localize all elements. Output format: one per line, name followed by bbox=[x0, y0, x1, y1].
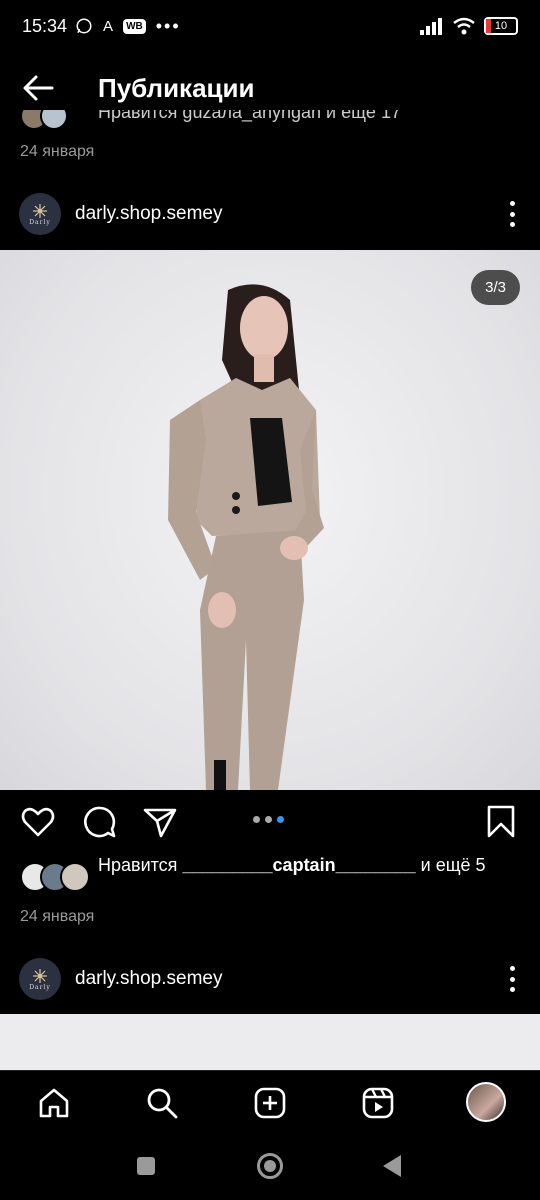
carousel-dots bbox=[253, 816, 284, 823]
heart-icon[interactable] bbox=[20, 804, 56, 840]
avatar[interactable]: Darly bbox=[19, 193, 61, 235]
post-date: 24 января bbox=[20, 908, 95, 925]
more-options-icon[interactable] bbox=[508, 966, 516, 992]
liker-avatars bbox=[20, 862, 90, 892]
home-button[interactable] bbox=[257, 1153, 283, 1179]
liker-avatars bbox=[20, 110, 68, 130]
avatar[interactable]: Darly bbox=[19, 958, 61, 1000]
wb-app-badge: WB bbox=[123, 18, 146, 34]
bookmark-icon[interactable] bbox=[485, 804, 517, 840]
home-icon[interactable] bbox=[36, 1085, 72, 1121]
wifi-icon bbox=[453, 17, 475, 35]
more-options-icon[interactable] bbox=[508, 201, 516, 227]
avatar-brand-text: Darly bbox=[29, 218, 51, 226]
whatsapp-icon bbox=[76, 18, 92, 34]
post-username[interactable]: darly.shop.semey bbox=[75, 203, 223, 225]
status-time: 15:34 bbox=[22, 15, 68, 36]
arrow-left-icon[interactable] bbox=[20, 70, 56, 106]
post-actions-bar bbox=[0, 800, 540, 844]
brand-flower-icon bbox=[33, 203, 47, 218]
post-header: Darly darly.shop.semey bbox=[0, 189, 540, 239]
avatar-brand-text: Darly bbox=[29, 983, 51, 991]
reels-icon[interactable] bbox=[360, 1085, 396, 1121]
recents-button[interactable] bbox=[137, 1157, 155, 1175]
back-button[interactable] bbox=[383, 1155, 401, 1177]
system-navigation-bar bbox=[0, 1134, 540, 1200]
comment-icon[interactable] bbox=[82, 804, 118, 840]
status-bar: 15:34 A WB ••• 10 bbox=[0, 0, 540, 52]
likes-suffix: и ещё 5 bbox=[420, 855, 486, 875]
likes-username[interactable]: _________captain________ bbox=[182, 855, 415, 875]
send-icon[interactable] bbox=[142, 804, 178, 840]
signal-icon bbox=[420, 18, 442, 35]
more-notifications-icon: ••• bbox=[155, 15, 181, 36]
likes-text: Нравится _________captain________ и ещё … bbox=[98, 854, 518, 877]
top-app-bar: Публикации bbox=[0, 60, 540, 116]
carrier-letter: A bbox=[103, 17, 114, 35]
brand-flower-icon bbox=[33, 968, 47, 983]
previous-post-date: 24 января bbox=[20, 143, 95, 160]
post-header: Darly darly.shop.semey bbox=[0, 954, 540, 1004]
post-photo bbox=[168, 284, 324, 790]
post-image[interactable]: 3/3 bbox=[0, 250, 540, 790]
previous-post-likes-text: Нравится guzaлa_anyngan и ещё 17 bbox=[98, 110, 401, 122]
image-counter-badge: 3/3 bbox=[471, 270, 520, 305]
likes-prefix: Нравится bbox=[98, 855, 178, 875]
previous-post-likes-row[interactable]: Нравится guzaлa_anyngan и ещё 17 bbox=[0, 110, 540, 134]
profile-avatar-tab[interactable] bbox=[466, 1082, 506, 1122]
page-title: Публикации bbox=[98, 72, 255, 103]
post-image[interactable] bbox=[0, 1014, 540, 1070]
bottom-navigation bbox=[0, 1070, 540, 1134]
search-icon[interactable] bbox=[144, 1085, 180, 1121]
post-username[interactable]: darly.shop.semey bbox=[75, 968, 223, 990]
battery-icon: 10 bbox=[484, 17, 518, 35]
plus-square-icon[interactable] bbox=[252, 1085, 288, 1121]
